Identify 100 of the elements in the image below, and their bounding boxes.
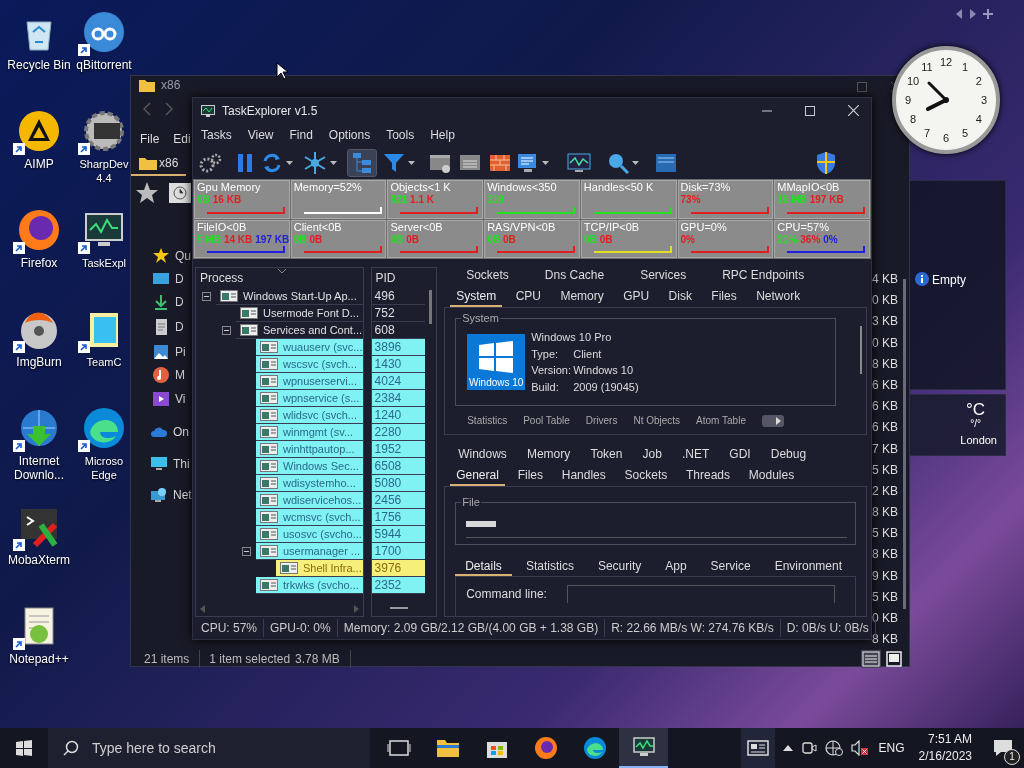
nav-item[interactable]: Vi (175, 390, 186, 408)
process-row[interactable]: Shell Infra... (276, 560, 363, 577)
tab[interactable]: Files (705, 289, 743, 307)
menu-item[interactable]: Tasks (201, 126, 232, 144)
menu-item[interactable]: Tools (386, 126, 415, 144)
tab[interactable]: Threads (680, 468, 737, 486)
tab[interactable]: RPC Endpoints (716, 268, 811, 286)
desktop-icon-label[interactable]: MobaXterm (8, 553, 70, 567)
scroll-thumb[interactable] (389, 607, 408, 609)
tab[interactable]: Pool Table (523, 415, 570, 427)
process-row[interactable]: wuauserv (svc... (256, 339, 363, 356)
speaker-icon[interactable] (850, 740, 869, 756)
process-row[interactable]: winhttpautop... (256, 441, 363, 458)
nav-item[interactable]: D (175, 270, 184, 288)
desktop-icon-label[interactable]: ImgBurn (16, 355, 62, 369)
scrollbar[interactable] (860, 326, 862, 374)
dropdown-caret-icon[interactable] (632, 161, 639, 165)
tab[interactable]: GPU (617, 289, 656, 307)
large-icons-view-icon[interactable] (885, 650, 903, 669)
desktop-icon-label[interactable]: Notepad++ (9, 652, 69, 666)
tab[interactable]: Sockets (460, 268, 515, 286)
menu-item[interactable]: Help (430, 126, 455, 144)
tab[interactable]: Windows (452, 447, 513, 465)
desktop-icon-label[interactable]: Recycle Bin (7, 58, 71, 72)
monitor-taskbar-button[interactable] (619, 728, 668, 768)
news-button[interactable] (740, 728, 775, 768)
column-header[interactable]: PID (375, 269, 396, 287)
tab[interactable]: System (450, 289, 503, 307)
collapse-toggle[interactable] (242, 547, 251, 556)
fox-globe-icon[interactable] (17, 208, 61, 252)
details-view-icon[interactable] (861, 650, 881, 669)
monitor-list-icon[interactable] (517, 152, 539, 174)
pause-icon[interactable] (235, 152, 255, 174)
process-row[interactable]: wpnuserservi... (256, 373, 363, 390)
panel-icon[interactable] (655, 153, 677, 173)
tree-view-button[interactable] (347, 149, 377, 177)
previous-icon[interactable] (955, 8, 963, 20)
tab[interactable]: Job (636, 447, 668, 465)
tab[interactable]: .NET (675, 447, 716, 465)
scroll-tabs-icon[interactable] (761, 415, 784, 427)
triangle-logo-icon[interactable] (17, 109, 61, 153)
notifications-button[interactable]: 1 (988, 733, 1018, 763)
dropdown-caret-icon[interactable] (542, 161, 549, 165)
qb-circle-icon[interactable] (82, 10, 126, 54)
refresh-icon[interactable] (261, 152, 283, 174)
process-row[interactable]: wdisystemho... (256, 475, 363, 492)
desktop-icon-label[interactable]: Firefox (20, 256, 58, 270)
tab[interactable]: Files (511, 468, 549, 486)
nav-item[interactable]: D (175, 293, 184, 311)
process-row[interactable]: usosvc (svcho... (256, 526, 363, 543)
tab[interactable]: Details (455, 559, 512, 576)
brick-wall-icon[interactable] (489, 152, 511, 174)
nav-item[interactable]: Thi (173, 455, 190, 473)
tab[interactable]: Security (587, 559, 652, 576)
nav-item[interactable]: Qu (175, 247, 191, 265)
process-row[interactable]: wdiservicehos... (256, 492, 363, 509)
activity-monitor-icon[interactable] (567, 153, 591, 173)
tab[interactable]: Nt Objects (633, 415, 681, 427)
desktop-icon-label[interactable]: qBittorrent (76, 58, 132, 72)
desktop-icon-label[interactable]: Microso Edge (78, 454, 130, 482)
tab[interactable]: App (655, 559, 697, 576)
process-row[interactable]: Windows Sec... (256, 458, 363, 475)
camera-icon[interactable] (800, 740, 817, 756)
tab[interactable]: CPU (509, 289, 547, 307)
process-row[interactable]: wpnservice (s... (256, 390, 363, 407)
tab[interactable]: Modules (742, 468, 801, 486)
clock-button[interactable]: 7:51 AM 2/16/2023 (918, 731, 972, 765)
tab[interactable]: Statistics (515, 559, 584, 576)
nav-item[interactable]: On (173, 423, 189, 441)
window-gear-icon[interactable] (429, 152, 453, 174)
menu-item[interactable]: File (140, 130, 160, 148)
tab[interactable]: Services (634, 268, 693, 286)
process-row[interactable]: Windows Start-Up Ap... (216, 288, 363, 305)
menu-item[interactable]: Options (328, 126, 371, 144)
tab[interactable]: Disk (662, 289, 698, 307)
tab[interactable]: Statistics (467, 415, 508, 427)
tab[interactable]: Environment (764, 559, 852, 576)
tab[interactable]: Drivers (585, 415, 618, 427)
tab[interactable]: GDI (723, 447, 757, 465)
desktop-icon-label[interactable]: SharpDev 4.4 (78, 157, 130, 185)
nav-item[interactable]: Net (173, 486, 192, 504)
desktop-icon-label[interactable]: TeamC (86, 355, 122, 369)
dropdown-caret-icon[interactable] (286, 161, 293, 165)
process-row[interactable]: wscsvc (svch... (256, 356, 363, 373)
tab[interactable]: Debug (764, 447, 813, 465)
filter-icon[interactable] (383, 152, 405, 174)
tab[interactable]: Token (584, 447, 629, 465)
tab[interactable]: Service (700, 559, 761, 576)
tab[interactable]: Handles (555, 468, 612, 486)
dropdown-caret-icon[interactable] (408, 161, 415, 165)
snowflake-icon[interactable] (303, 151, 327, 175)
show-hidden-icons-icon[interactable] (782, 744, 793, 752)
process-row[interactable]: usermanager ... (256, 543, 363, 560)
menu-item[interactable]: Find (289, 126, 313, 144)
process-row[interactable]: winmgmt (sv... (256, 424, 363, 441)
collapse-toggle[interactable] (202, 292, 211, 301)
desktop-icon-label[interactable]: TaskExpl (82, 256, 126, 270)
nav-item[interactable]: Pi (175, 343, 186, 361)
gears-icon[interactable] (199, 151, 223, 175)
folder-tab[interactable]: x86 (131, 154, 187, 176)
